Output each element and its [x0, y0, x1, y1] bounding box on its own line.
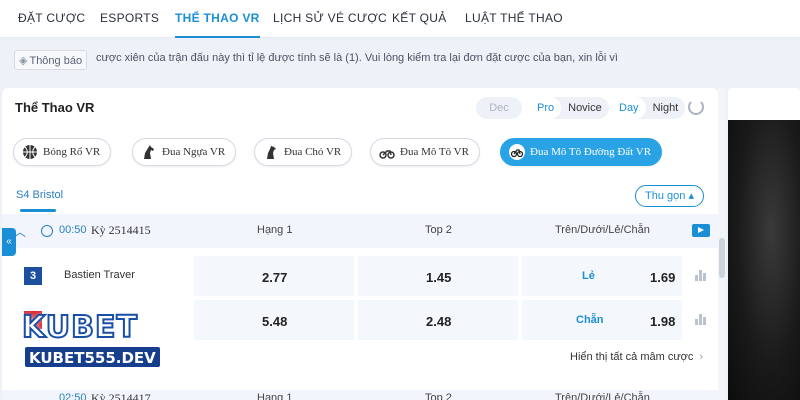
show-all-label: Hiển thị tất cả mâm cược — [570, 351, 694, 363]
mode-pro-option[interactable]: Pro — [530, 97, 562, 119]
column-header-top-2: Top 2 — [425, 224, 452, 236]
rider-name: Bastien Traver — [64, 269, 135, 281]
theme-toggle: Day Night — [612, 97, 686, 119]
race-header: ︿ 00:50 Kỳ 2514415 Hạng 1 Top 2 Trên/Dướ… — [2, 214, 718, 248]
show-all-markets-link[interactable]: Hiển thị tất cả mâm cược › — [570, 351, 703, 363]
nav-item-the-thao-vr[interactable]: THỂ THAO VR — [175, 0, 260, 38]
notice-bar: ◈ Thông báo cược xiên của trận đấu này th… — [0, 38, 800, 83]
live-video-panel — [728, 88, 800, 400]
race-round: Kỳ 2514417 — [91, 391, 151, 400]
sport-chip-motorbike[interactable]: Đua Mô Tô VR — [370, 138, 480, 166]
horse-icon — [144, 145, 154, 160]
chevron-up-icon: ▴ — [688, 190, 694, 202]
odds-value: 1.45 — [426, 270, 452, 285]
sport-chip-label: Đua Mô Tô VR — [400, 146, 469, 158]
column-header-hang-1: Hạng 1 — [257, 392, 293, 400]
notice-badge-label: Thông báo — [29, 55, 83, 67]
play-video-icon[interactable] — [692, 224, 710, 237]
nav-item-dat-cuoc[interactable]: ĐẶT CƯỢC — [18, 0, 85, 38]
nav-item-luat-the-thao[interactable]: LUẬT THỂ THAO — [465, 0, 563, 38]
odds-cell-odd-even[interactable]: Lẻ 1.69 — [522, 256, 682, 296]
odds-value: 1.98 — [650, 314, 676, 329]
motorbike-icon — [379, 150, 395, 160]
video-stream[interactable] — [728, 120, 800, 400]
sport-chip-label: Bóng Rổ VR — [43, 146, 101, 158]
sidebar-toggle[interactable]: « — [2, 228, 16, 256]
odds-format-dec[interactable]: Dec — [476, 97, 522, 119]
notice-badge[interactable]: ◈ Thông báo — [14, 50, 88, 70]
nav-item-lich-su-ve-cuoc[interactable]: LỊCH SỬ VÉ CƯỢC — [273, 0, 387, 38]
sport-chip-dirtbike[interactable]: Đua Mô Tô Đường Đất VR — [500, 138, 663, 166]
column-header-hang-1: Hạng 1 — [257, 224, 293, 236]
dirtbike-icon — [509, 144, 525, 161]
basketball-icon — [23, 145, 37, 160]
logo-domain: KUBET555.DEV — [24, 346, 161, 368]
stats-icon[interactable] — [695, 314, 707, 325]
odd-even-tag: Chẵn — [576, 314, 604, 326]
theme-day-option[interactable]: Day — [612, 97, 646, 119]
top-navigation: ĐẶT CƯỢC ESPORTS THỂ THAO VR LỊCH SỬ VÉ … — [0, 0, 800, 38]
odds-cell-odd-even[interactable]: Chẵn 1.98 — [522, 300, 682, 340]
race-countdown: 02:50 — [59, 392, 87, 400]
track-tab-underline — [20, 209, 56, 212]
sport-chip-dog[interactable]: Đua Chó VR — [254, 138, 353, 166]
clock-icon — [41, 225, 53, 237]
sport-chip-label: Đua Ngựa VR — [162, 146, 226, 158]
table-row: 3 Bastien Traver 2.77 1.45 Lẻ 1.69 — [2, 254, 718, 298]
kubet-logo: KUBET KUBET555.DEV — [21, 309, 172, 370]
scrollbar[interactable] — [718, 88, 726, 400]
mode-novice-option[interactable]: Novice — [561, 97, 609, 119]
odds-format-dec-label: Dec — [489, 102, 509, 114]
column-header-tren-duoi: Trên/Dưới/Lẻ/Chẵn — [555, 224, 650, 236]
odds-value: 2.48 — [426, 314, 452, 329]
sport-chip-label: Đua Mô Tô Đường Đất VR — [530, 146, 652, 158]
nav-item-ket-qua[interactable]: KẾT QUẢ — [392, 0, 447, 38]
odds-cell-win[interactable]: 5.48 — [194, 300, 354, 340]
refresh-icon[interactable] — [688, 99, 704, 115]
megaphone-icon: ◈ — [19, 55, 28, 67]
column-header-top-2: Top 2 — [425, 392, 452, 400]
odd-even-tag: Lẻ — [582, 270, 595, 282]
odds-cell-win[interactable]: 2.77 — [194, 256, 354, 296]
chevron-right-icon: › — [699, 351, 704, 363]
stats-icon[interactable] — [695, 270, 707, 281]
dog-icon — [267, 146, 276, 160]
theme-night-option[interactable]: Night — [646, 97, 686, 119]
track-tab[interactable]: S4 Bristol — [16, 189, 63, 201]
notice-text: cược xiên của trận đấu này thì tỉ lệ đượ… — [96, 52, 618, 64]
collapse-button[interactable]: Thu gọn ▴ — [635, 185, 704, 207]
race-header: 02:50 Kỳ 2514417 Hạng 1 Top 2 Trên/Dưới/… — [2, 390, 718, 400]
odds-cell-top2[interactable]: 2.48 — [358, 300, 518, 340]
odds-value: 2.77 — [262, 270, 288, 285]
column-header-tren-duoi: Trên/Dưới/Lẻ/Chẵn — [555, 392, 650, 400]
odds-value: 5.48 — [262, 314, 288, 329]
sport-chip-horse[interactable]: Đua Ngựa VR — [132, 138, 237, 166]
scrollbar-thumb[interactable] — [719, 238, 725, 278]
odds-value: 1.69 — [650, 270, 676, 285]
sport-chip-label: Đua Chó VR — [284, 146, 342, 158]
odds-cell-top2[interactable]: 1.45 — [358, 256, 518, 296]
collapse-button-label: Thu gọn — [645, 190, 686, 202]
race-round: Kỳ 2514415 — [91, 223, 151, 237]
nav-item-esports[interactable]: ESPORTS — [100, 0, 159, 38]
sport-chip-basketball[interactable]: Bóng Rổ VR — [13, 138, 112, 166]
race-countdown: 00:50 — [59, 224, 87, 236]
page-title: Thể Thao VR — [15, 100, 95, 115]
logo-brand: KUBET — [21, 309, 138, 346]
rider-number: 3 — [24, 267, 42, 285]
mode-toggle: Pro Novice — [530, 97, 609, 119]
